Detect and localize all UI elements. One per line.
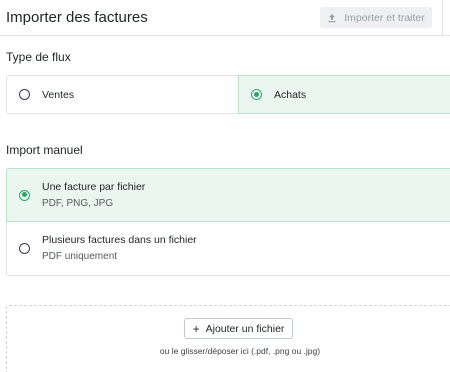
flux-option-achats[interactable]: Achats xyxy=(238,75,450,114)
flux-option-label: Achats xyxy=(274,88,307,101)
import-option-multiple[interactable]: Plusieurs factures dans un fichier PDF u… xyxy=(6,222,450,276)
plus-icon: + xyxy=(192,321,200,336)
upload-icon xyxy=(328,13,336,22)
radio-ventes[interactable] xyxy=(19,89,30,100)
flux-option-ventes[interactable]: Ventes xyxy=(6,75,238,114)
import-option-formats: PDF uniquement xyxy=(42,251,118,262)
import-option-single[interactable]: Une facture par fichier PDF, PNG, JPG xyxy=(6,168,450,222)
page-header: Importer des factures Importer et traite… xyxy=(0,0,450,36)
import-option-formats: PDF, PNG, JPG xyxy=(42,197,114,209)
dropzone-hint-text: ou le glisser/déposer ici (.pdf, .png ou… xyxy=(159,346,321,356)
header-divider xyxy=(442,0,443,36)
import-button-label: Importer et traiter xyxy=(344,11,425,24)
radio-achats[interactable] xyxy=(251,89,262,100)
import-section-title: Import manuel xyxy=(6,143,83,157)
add-file-button[interactable]: + Ajouter un fichier xyxy=(184,318,293,339)
import-and-process-button[interactable]: Importer et traiter xyxy=(320,7,432,28)
dropzone-hint: ou le glisser/déposer ici (.pdf, .png ou… xyxy=(0,346,450,356)
page-title: Importer des factures xyxy=(6,9,148,26)
add-file-label: Ajouter un fichier xyxy=(205,322,285,335)
import-option-label: Une facture par fichier xyxy=(42,180,146,193)
radio-multiple-invoices[interactable] xyxy=(19,243,30,254)
radio-single-invoice[interactable] xyxy=(19,189,30,201)
flux-option-label: Ventes xyxy=(42,88,75,101)
import-option-label: Plusieurs factures dans un fichier xyxy=(42,234,197,246)
flux-section-title: Type de flux xyxy=(6,50,71,64)
